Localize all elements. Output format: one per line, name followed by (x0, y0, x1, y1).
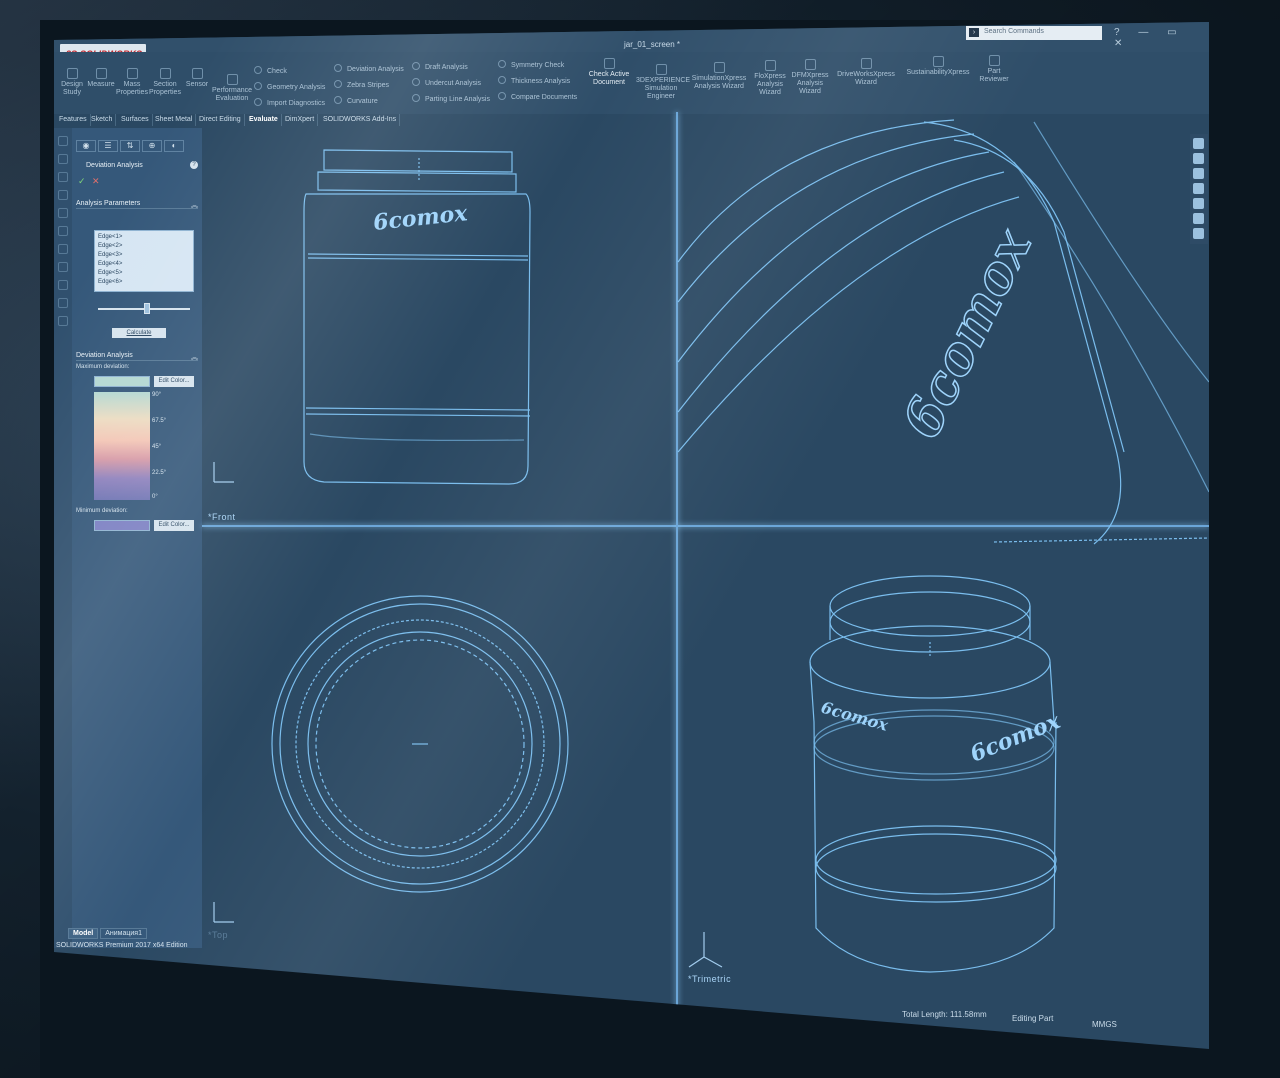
top-view-jar (271, 595, 569, 893)
editing-mode-label: Editing Part (1012, 1014, 1054, 1023)
trimetric-view-label: *Trimetric (688, 974, 732, 984)
total-length-readout: Total Length: 111.58mm (902, 1010, 987, 1019)
units-selector[interactable]: MMGS (1092, 1020, 1117, 1029)
front-view-label: *Front (208, 512, 236, 522)
view-palette-icon[interactable] (1193, 183, 1204, 194)
task-pane-tabs (1190, 134, 1208, 244)
solidworks-window: 3SSOLIDWORKS jar_01_screen * › Search Co… (54, 22, 1209, 1049)
top-view-label: *Top (208, 930, 229, 940)
trimetric-view-jar (809, 575, 1057, 973)
trimetric-engraving-left: 6сотох (819, 698, 891, 735)
forum-icon[interactable] (1193, 228, 1204, 239)
file-explorer-icon[interactable] (1193, 168, 1204, 179)
design-library-icon[interactable] (1193, 153, 1204, 164)
custom-properties-icon[interactable] (1193, 213, 1204, 224)
front-engraving: 6сотох (372, 200, 470, 236)
view-triad-icon (213, 462, 723, 968)
trimetric-engraving-right: 6сотох (967, 708, 1065, 768)
home-icon[interactable] (1193, 138, 1204, 149)
graphics-area[interactable]: 6сотох 6сотох 6сотох 6сотох (54, 22, 1209, 1049)
appearances-icon[interactable] (1193, 198, 1204, 209)
detail-engraving: 6сотох (891, 219, 1044, 447)
front-view-jar (303, 149, 531, 485)
